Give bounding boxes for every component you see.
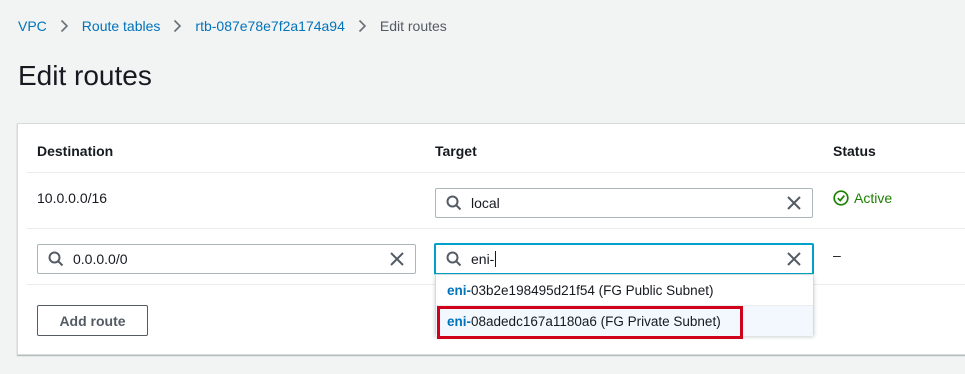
check-circle-icon (833, 190, 849, 206)
breadcrumb-route-tables[interactable]: Route tables (82, 18, 161, 34)
dropdown-option-private-subnet[interactable]: eni- 08adedc167a1180a6 (FG Private Subnet… (436, 306, 813, 336)
clear-icon[interactable] (786, 251, 802, 267)
search-icon (446, 251, 462, 267)
chevron-right-icon (60, 19, 69, 33)
status-badge: Active (833, 190, 892, 206)
option-match-text: eni- (447, 282, 472, 298)
header-divider (27, 172, 965, 173)
breadcrumb-current: Edit routes (379, 18, 447, 34)
option-match-text: eni- (447, 313, 472, 329)
page-title: Edit routes (18, 60, 152, 91)
row-divider (27, 228, 965, 229)
chevron-right-icon (358, 19, 367, 33)
clear-icon[interactable] (389, 251, 405, 267)
destination-value: 10.0.0.0/16 (37, 190, 108, 206)
chevron-right-icon (173, 19, 182, 33)
destination-input[interactable]: 0.0.0.0/0 (37, 244, 416, 274)
dropdown-option-public-subnet[interactable]: eni- 03b2e198495d21f54 (FG Public Subnet) (436, 275, 813, 305)
clear-icon[interactable] (786, 195, 802, 211)
option-text: 08adedc167a1180a6 (FG Private Subnet) (471, 313, 721, 329)
target-dropdown: eni- 03b2e198495d21f54 (FG Public Subnet)… (435, 274, 814, 336)
breadcrumb-vpc[interactable]: VPC (18, 18, 47, 34)
breadcrumb-route-table-id[interactable]: rtb-087e78e7f2a174a94 (195, 18, 344, 34)
header-target: Target (435, 143, 477, 159)
text-caret (495, 251, 497, 267)
breadcrumb: VPC Route tables rtb-087e78e7f2a174a94 E… (18, 18, 447, 34)
target-input-value: eni- (471, 251, 497, 267)
option-text: 03b2e198495d21f54 (FG Public Subnet) (471, 282, 714, 298)
status-label: Active (854, 190, 893, 206)
target-input-value: local (471, 195, 500, 211)
search-icon (446, 195, 462, 211)
add-route-button[interactable]: Add route (37, 305, 148, 336)
destination-input-value: 0.0.0.0/0 (73, 251, 128, 267)
search-icon (48, 251, 64, 267)
header-status: Status (833, 143, 876, 159)
header-destination: Destination (37, 143, 114, 159)
status-empty: – (833, 247, 841, 263)
target-input-focused[interactable]: eni- (434, 243, 814, 275)
target-input[interactable]: local (435, 188, 813, 218)
